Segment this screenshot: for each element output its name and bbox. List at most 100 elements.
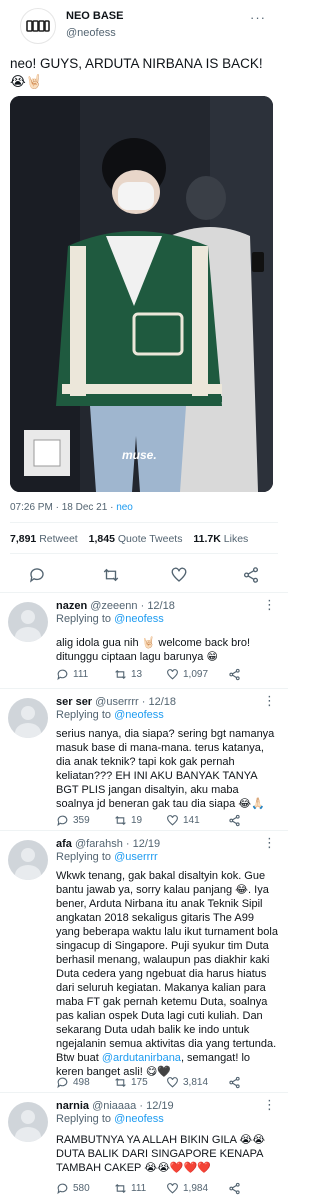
reply-handle[interactable]: @farahsh: [75, 838, 123, 850]
retweet-icon: [115, 1183, 126, 1193]
more-options-icon[interactable]: ⋮: [263, 835, 276, 851]
retweet-button[interactable]: 175: [114, 1075, 148, 1089]
replying-to-link[interactable]: @neofess: [114, 613, 164, 625]
reply-icon: [57, 669, 68, 680]
retweet-icon: [115, 815, 126, 825]
reply-actions: 359 19 141: [56, 813, 266, 827]
reply-header: narnia @niaaaa · 12/19: [56, 1100, 174, 1112]
photo-illustration: [10, 96, 273, 492]
share-button[interactable]: [228, 667, 241, 681]
handle[interactable]: @neofess: [66, 27, 116, 39]
avatar[interactable]: [8, 840, 48, 880]
like-icon: [167, 1182, 178, 1194]
tweet-timestamp: 07:26 PM · 18 Dec 21 · neo: [10, 502, 133, 513]
retweet-icon: [115, 1077, 126, 1087]
display-name[interactable]: NEO BASE: [66, 10, 123, 22]
tweet-header: NEO BASE @neofess ···: [10, 0, 278, 46]
share-icon: [229, 668, 240, 680]
tweet-stats: 7,891 Retweet 1,845 Quote Tweets 11.7K L…: [10, 533, 248, 545]
like-button[interactable]: 141: [166, 813, 200, 827]
like-icon[interactable]: [170, 566, 188, 584]
avatar[interactable]: [8, 698, 48, 738]
reply-header: ser ser @userrrr · 12/18: [56, 696, 177, 708]
retweet-icon[interactable]: [102, 566, 120, 584]
more-options-icon[interactable]: ⋮: [263, 1097, 276, 1113]
replying-to-link[interactable]: @neofess: [114, 709, 164, 721]
like-button[interactable]: 1,097: [166, 667, 208, 681]
reply-date[interactable]: 12/19: [146, 1100, 174, 1112]
reply-name[interactable]: narnia: [56, 1100, 89, 1112]
reply-date[interactable]: 12/18: [147, 600, 175, 612]
retweet-stat[interactable]: 7,891 Retweet: [10, 533, 78, 545]
reply-header: afa @farahsh · 12/19: [56, 838, 161, 850]
share-button[interactable]: [228, 813, 241, 827]
reply-actions: 111 13 1,097: [56, 667, 266, 681]
reply-icon: [57, 1183, 68, 1194]
reply-button[interactable]: 498: [56, 1075, 90, 1089]
more-options-icon[interactable]: ⋮: [263, 693, 276, 709]
replying-to-link[interactable]: @userrrr: [114, 851, 158, 863]
reply-handle[interactable]: @zeeenn: [90, 600, 137, 612]
reply-name[interactable]: afa: [56, 838, 72, 850]
tweet-source[interactable]: neo: [116, 502, 133, 513]
reply-text: Wkwk tenang, gak bakal disaltyin kok. Gu…: [56, 870, 278, 1078]
share-icon[interactable]: [242, 566, 260, 584]
reply-button[interactable]: 359: [56, 813, 90, 827]
more-options-icon[interactable]: ⋮: [263, 597, 276, 613]
reply-button[interactable]: 580: [56, 1181, 90, 1195]
main-tweet: NEO BASE @neofess ··· neo! GUYS, ARDUTA …: [0, 0, 288, 584]
like-button[interactable]: 1,984: [166, 1181, 208, 1195]
reply-handle[interactable]: @niaaaa: [92, 1100, 136, 1112]
tweet-time[interactable]: 07:26 PM: [10, 502, 53, 513]
replying-to-link[interactable]: @neofess: [114, 1113, 164, 1125]
reply-date[interactable]: 12/19: [133, 838, 161, 850]
reply-tweet[interactable]: ser ser @userrrr · 12/18 ⋮ Replying to @…: [0, 688, 288, 830]
nct-logo-icon: [26, 20, 50, 32]
like-button[interactable]: 3,814: [166, 1075, 208, 1089]
replying-to: Replying to @userrrr: [56, 851, 158, 863]
retweet-button[interactable]: 111: [114, 1181, 146, 1195]
reply-icon: [57, 815, 68, 826]
tweet-text: neo! GUYS, ARDUTA NIRBANA IS BACK! 😭🤘🏻: [10, 56, 263, 89]
avatar[interactable]: [8, 1102, 48, 1142]
tweet-actions: [0, 566, 288, 584]
like-icon: [167, 668, 178, 680]
reply-header: nazen @zeeenn · 12/18: [56, 600, 175, 612]
retweet-button[interactable]: 19: [114, 813, 142, 827]
reply-actions: 580 111 1,984: [56, 1181, 266, 1195]
divider: [10, 522, 278, 523]
tweet-date[interactable]: 18 Dec 21: [62, 502, 108, 513]
photo-watermark: muse.: [122, 448, 157, 462]
reply-name[interactable]: ser ser: [56, 696, 92, 708]
divider: [10, 553, 278, 554]
reply-text: serius nanya, dia siapa? sering bgt nama…: [56, 728, 275, 810]
retweet-button[interactable]: 13: [114, 667, 142, 681]
quote-tweets-stat[interactable]: 1,845 Quote Tweets: [89, 533, 183, 545]
reply-date[interactable]: 12/18: [149, 696, 177, 708]
reply-tweet[interactable]: narnia @niaaaa · 12/19 ⋮ Replying to @ne…: [0, 1092, 288, 1200]
reply-text: RAMBUTNYA YA ALLAH BIKIN GILA 😭😭 DUTA BA…: [56, 1134, 266, 1174]
share-icon: [229, 1182, 240, 1194]
retweet-icon: [115, 669, 126, 679]
more-options-icon[interactable]: ···: [250, 10, 266, 25]
reply-name[interactable]: nazen: [56, 600, 87, 612]
reply-tweet[interactable]: nazen @zeeenn · 12/18 ⋮ Replying to @neo…: [0, 592, 288, 688]
avatar[interactable]: [20, 8, 56, 44]
replying-to: Replying to @neofess: [56, 1113, 164, 1125]
share-button[interactable]: [228, 1181, 241, 1195]
tweet-media-photo[interactable]: muse.: [10, 96, 273, 492]
avatar[interactable]: [8, 602, 48, 642]
reply-icon[interactable]: [28, 566, 46, 584]
reply-text: alig idola gua nih 🤘🏻 welcome back bro! …: [56, 637, 251, 663]
reply-actions: 498 175 3,814: [56, 1075, 266, 1089]
reply-button[interactable]: 111: [56, 667, 88, 681]
mention-link[interactable]: @ardutanirbana: [102, 1052, 181, 1064]
reply-tweet[interactable]: afa @farahsh · 12/19 ⋮ Replying to @user…: [0, 830, 288, 1092]
reply-handle[interactable]: @userrrr: [95, 696, 139, 708]
replying-to: Replying to @neofess: [56, 613, 164, 625]
likes-stat[interactable]: 11.7K Likes: [193, 533, 248, 545]
reply-icon: [57, 1077, 68, 1088]
share-icon: [229, 1076, 240, 1088]
share-button[interactable]: [228, 1075, 241, 1089]
like-icon: [167, 814, 178, 826]
